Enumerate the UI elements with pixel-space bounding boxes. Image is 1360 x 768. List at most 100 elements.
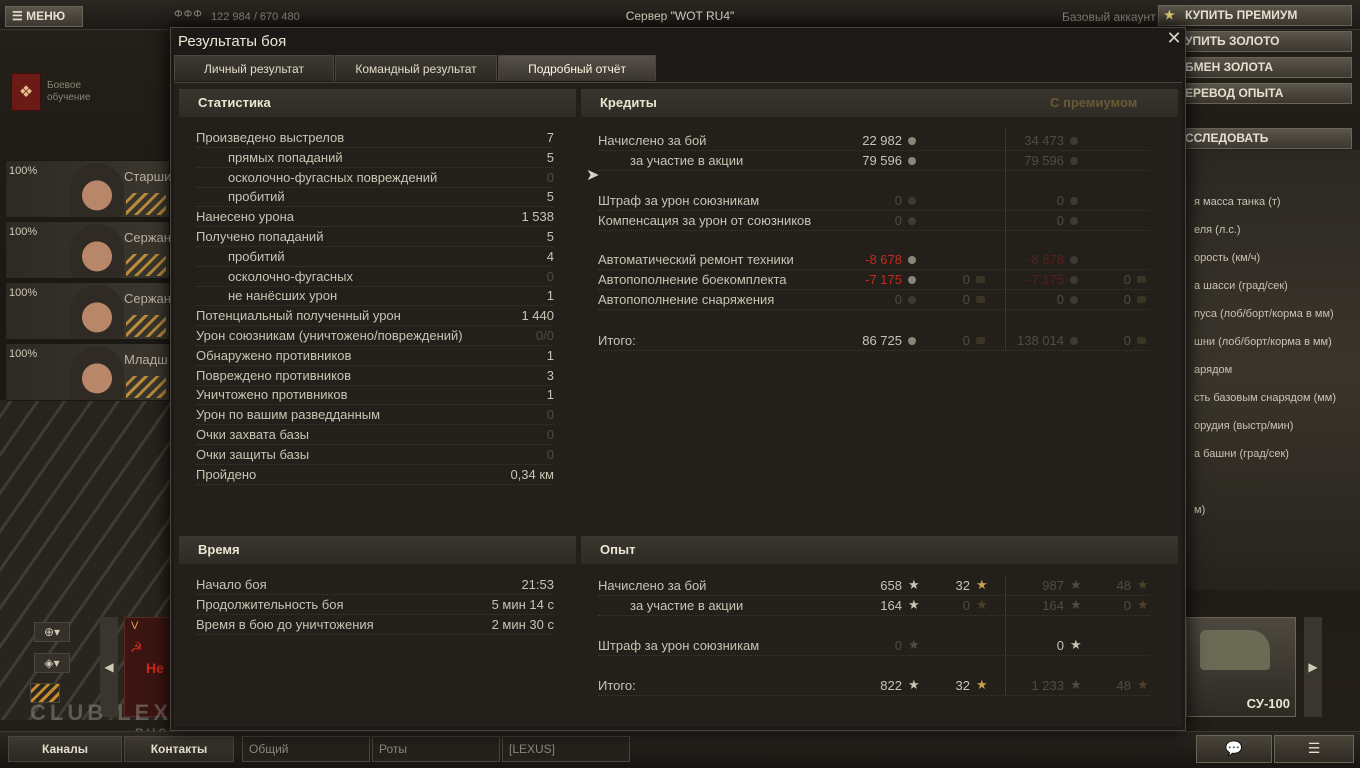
- stats-label: прямых попаданий: [228, 149, 343, 165]
- stats-heading: Статистика: [179, 89, 576, 117]
- crew-skill: 100%: [9, 226, 38, 238]
- stats-value: 0/0: [535, 328, 554, 343]
- stats-row: Очки захвата базы 0: [196, 425, 554, 445]
- crew-portrait: [70, 285, 124, 339]
- xp-value: 0: [962, 598, 970, 613]
- gold-coin-icon: [1137, 296, 1146, 303]
- credits-coin-icon: [1070, 256, 1078, 264]
- tab-personal-result[interactable]: Личный результат: [174, 55, 334, 81]
- credits-value: 0: [894, 292, 902, 307]
- crew-member-4[interactable]: 100% Младш: [5, 343, 170, 401]
- crew-member-3[interactable]: 100% Сержан: [5, 282, 171, 340]
- close-icon[interactable]: ✕: [1164, 29, 1184, 49]
- stats-value: 0: [546, 446, 554, 462]
- crew-member-1[interactable]: 100% Старши: [5, 160, 171, 218]
- stats-value: 0: [546, 407, 554, 423]
- exchange-gold-label: БМЕН ЗОЛОТА: [1185, 60, 1274, 74]
- stats-label: осколочно-фугасных: [228, 268, 353, 284]
- buy-premium-label: КУПИТЬ ПРЕМИУМ: [1185, 8, 1298, 22]
- nation-filter-globe-icon[interactable]: ⊕▾: [34, 622, 70, 642]
- spec-list: я масса танка (т) еля (л.с.) орость (км/…: [1186, 188, 1360, 524]
- premium-column-heading: С премиумом: [1050, 95, 1138, 110]
- type-filter-icon[interactable]: ◈▾: [34, 653, 70, 673]
- xp-value: 32: [955, 678, 970, 693]
- premium-divider: [1005, 576, 1006, 696]
- credits-row: Итого: 86 725 0 138 014 0: [598, 331, 1150, 351]
- gold-coin-icon: [976, 276, 985, 283]
- buy-premium-button[interactable]: ★ КУПИТЬ ПРЕМИУМ: [1158, 5, 1352, 26]
- credits-value: 0: [1056, 213, 1064, 228]
- xp-star-icon: ★: [1070, 637, 1082, 652]
- time-row: Время в бою до уничтожения 2 мин 30 с: [196, 615, 554, 635]
- mouse-cursor-icon: ➤: [586, 165, 600, 184]
- menu-button[interactable]: ☰ МЕНЮ: [5, 6, 83, 27]
- time-row: Продолжительность боя 5 мин 14 с: [196, 595, 554, 615]
- credits-coin-icon: [908, 337, 916, 345]
- crew-role: Сержан: [124, 230, 171, 245]
- credits-value: 22 982: [862, 133, 902, 148]
- stats-label: Повреждено противников: [196, 367, 352, 383]
- credits-value: 0: [1123, 272, 1131, 287]
- stats-value: 5: [546, 189, 554, 205]
- credits-row: Штраф за урон союзникам 0 0: [598, 191, 1150, 211]
- credits-row: Автопополнение боекомплекта -7 175 0 -7 175…: [598, 270, 1150, 290]
- time-value: 5 мин 14 с: [491, 597, 554, 612]
- rank-stripe-icon: [126, 254, 166, 276]
- training-icon[interactable]: ❖: [11, 73, 41, 111]
- xp-star-icon: ★: [976, 597, 988, 612]
- credits-coin-icon: [908, 217, 916, 225]
- credits-value: 0: [894, 213, 902, 228]
- xp-label: Штраф за урон союзникам: [598, 638, 760, 653]
- stats-label: Обнаружено противников: [196, 347, 352, 363]
- chat-tab-clan[interactable]: [LEXUS]: [502, 736, 630, 762]
- xp-star-icon: ★: [908, 637, 920, 652]
- stats-label: не нанёсших урон: [228, 288, 338, 304]
- credits-coin-icon: [1070, 276, 1078, 284]
- stats-label: Урон по вашим разведданным: [196, 407, 381, 423]
- stats-row: Уничтожено противников 1: [196, 385, 554, 406]
- xp-label: за участие в акции: [630, 598, 744, 613]
- stats-label: Пройдено: [196, 466, 257, 482]
- research-button[interactable]: ССЛЕДОВАТЬ: [1158, 128, 1352, 149]
- resource-counter: 122 984 / 670 480: [211, 11, 300, 23]
- xp-heading: Опыт: [581, 536, 1178, 564]
- contacts-button[interactable]: Контакты: [124, 736, 234, 762]
- transfer-xp-button[interactable]: ЕРЕВОД ОПЫТА: [1158, 83, 1352, 104]
- premium-divider: [1005, 128, 1006, 350]
- tab-team-result[interactable]: Командный результат: [335, 55, 497, 81]
- transfer-xp-label: ЕРЕВОД ОПЫТА: [1185, 86, 1284, 100]
- spec-item: я масса танка (т): [1194, 196, 1281, 208]
- stats-row: осколочно-фугасных 0: [196, 267, 554, 287]
- stats-row: прямых попаданий 5: [196, 148, 554, 168]
- xp-star-icon: ★: [908, 597, 920, 612]
- stats-label: Произведено выстрелов: [196, 130, 345, 145]
- credits-value: 86 725: [862, 333, 902, 348]
- exchange-gold-button[interactable]: БМЕН ЗОЛОТА: [1158, 57, 1352, 78]
- carousel-right-arrow-icon[interactable]: ▶: [1304, 617, 1322, 717]
- crew-role: Сержан: [124, 291, 171, 306]
- stats-value: 1 440: [521, 308, 554, 324]
- chat-tab-companies[interactable]: Роты: [372, 736, 500, 762]
- rank-stripe-icon: [126, 193, 166, 215]
- crew-role: Младш: [124, 352, 168, 367]
- xp-value: 32: [955, 578, 970, 593]
- credits-value: -7 175: [1027, 272, 1064, 287]
- chat-tab-general[interactable]: Общий: [242, 736, 370, 762]
- buy-gold-label: УПИТЬ ЗОЛОТО: [1185, 34, 1280, 48]
- stats-label: пробитий: [228, 248, 285, 264]
- xp-row: Итого: 822 ★ 32 ★ 1 233 ★ 48 ★: [598, 676, 1150, 696]
- credits-label: за участие в акции: [630, 153, 744, 168]
- stats-value: 7: [546, 130, 554, 145]
- notifications-list-icon[interactable]: ☰: [1274, 735, 1354, 763]
- chat-bubble-icon[interactable]: 💬: [1196, 735, 1272, 763]
- channels-button[interactable]: Каналы: [8, 736, 122, 762]
- stats-value: 0,34 км: [510, 466, 554, 482]
- crew-member-2[interactable]: 100% Сержан: [5, 221, 171, 279]
- spec-item: сть базовым снарядом (мм): [1194, 392, 1337, 404]
- credits-value: 0: [1123, 292, 1131, 307]
- buy-gold-button[interactable]: УПИТЬ ЗОЛОТО: [1158, 31, 1352, 52]
- xp-label: Итого:: [598, 678, 636, 693]
- stats-value: 1: [546, 347, 554, 363]
- tab-detailed-report[interactable]: Подробный отчёт: [498, 55, 656, 81]
- stats-row: Обнаружено противников 1: [196, 346, 554, 366]
